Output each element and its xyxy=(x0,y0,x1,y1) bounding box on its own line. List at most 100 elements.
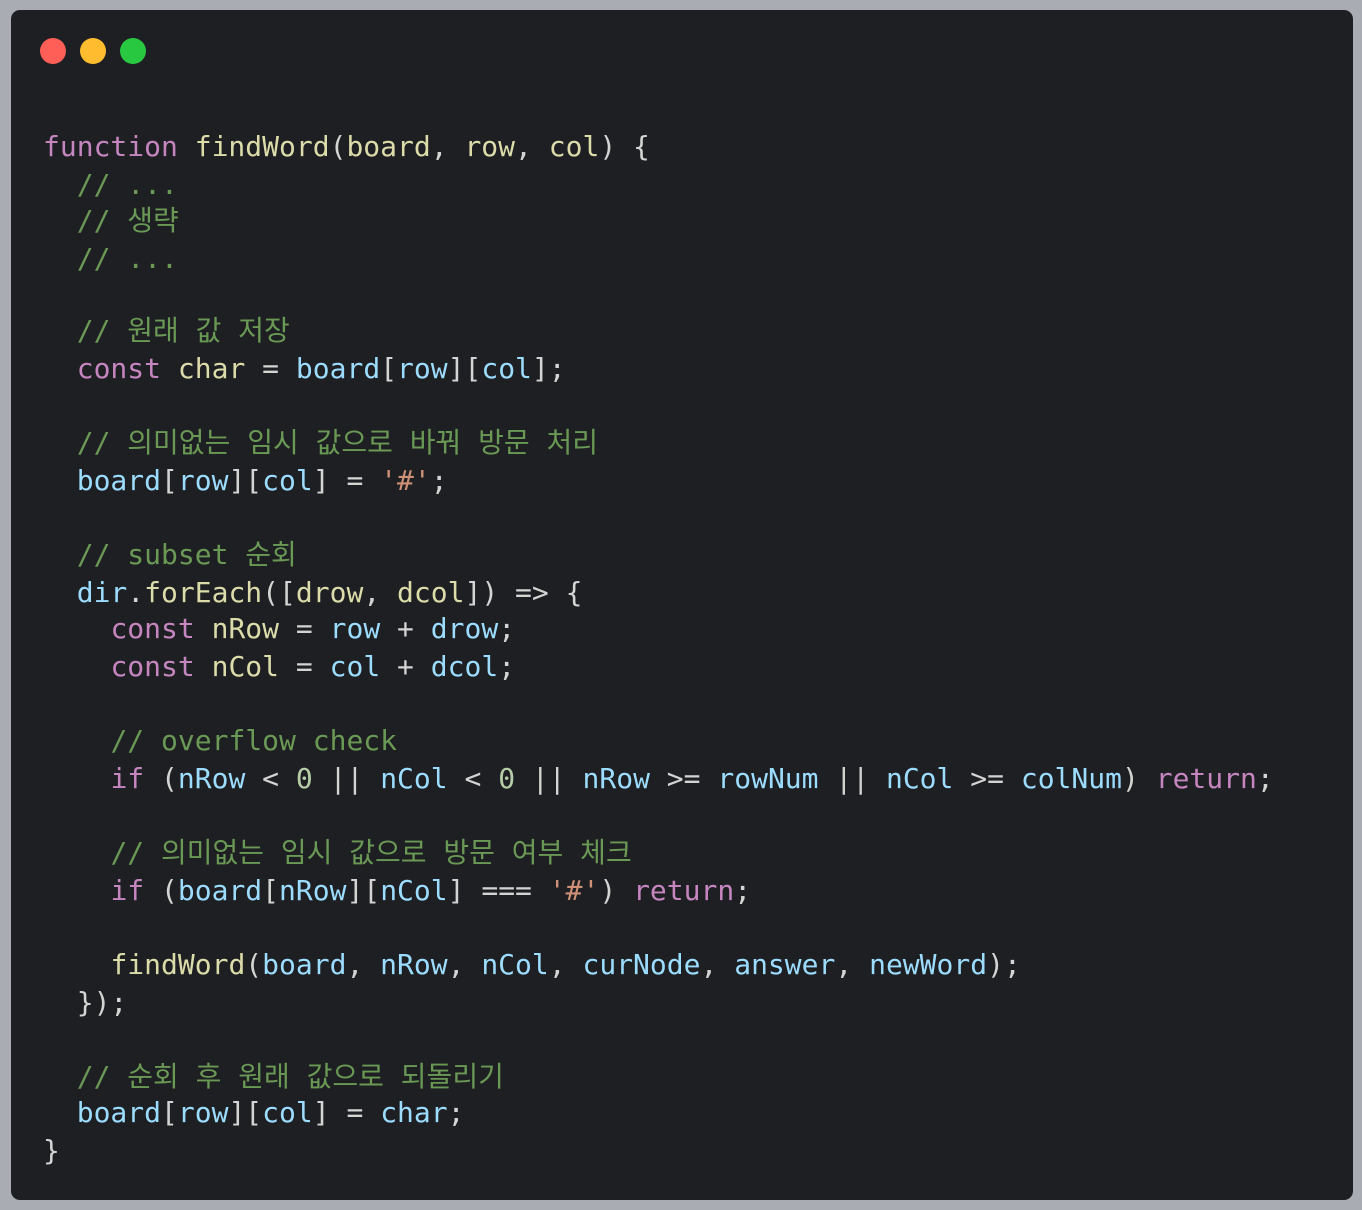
code-token: // 의미없는 임시 값으로 방문 여부 체크 xyxy=(110,836,632,869)
code-line: const char = board[row][col]; xyxy=(43,350,566,388)
code-token: findWord xyxy=(110,948,246,981)
code-token: // ... xyxy=(76,242,178,275)
code-token: // subset 순회 xyxy=(76,538,297,571)
code-token: = xyxy=(245,352,296,385)
code-token: row xyxy=(177,1096,229,1129)
code-token: forEach xyxy=(144,576,263,609)
code-token: // 원래 값 저장 xyxy=(76,314,290,347)
code-line: dir.forEach([drow, dcol]) => { xyxy=(43,574,583,612)
code-token: >= xyxy=(649,762,718,795)
code-token: colNum xyxy=(1020,762,1122,795)
code-token: ] = xyxy=(312,464,381,497)
code-line: board[row][col] = '#'; xyxy=(43,462,448,500)
code-token: , xyxy=(548,948,583,981)
code-token: , xyxy=(363,576,398,609)
code-token: nCol xyxy=(211,650,280,683)
code-token: ) xyxy=(599,874,634,907)
code-line: if (board[nRow][nCol] === '#') return; xyxy=(43,872,751,910)
code-line: // ... xyxy=(43,240,178,278)
code-line: }); xyxy=(43,984,128,1022)
code-token: nRow xyxy=(211,612,280,645)
code-token: ) { xyxy=(599,130,650,163)
code-token: ][ xyxy=(228,464,263,497)
code-token: = xyxy=(279,612,330,645)
code-token: board xyxy=(346,130,431,163)
code-token: '#' xyxy=(548,874,600,907)
code-token: ][ xyxy=(346,874,381,907)
code-token: ][ xyxy=(447,352,482,385)
code-token: char xyxy=(380,1096,448,1129)
code-line: } xyxy=(43,1132,60,1170)
code-token: = xyxy=(279,650,330,683)
code-line: // 생략 xyxy=(43,202,179,240)
code-token: 0 xyxy=(498,762,516,795)
code-token: board xyxy=(76,464,162,497)
code-token: nCol xyxy=(380,874,448,907)
code-token: , xyxy=(447,948,482,981)
code-token: // 순회 후 원래 값으로 되돌리기 xyxy=(76,1060,504,1093)
code-line: // ... xyxy=(43,166,178,204)
code-token: col xyxy=(329,650,381,683)
code-token: , xyxy=(346,948,381,981)
code-token: board xyxy=(295,352,381,385)
code-token: , xyxy=(835,948,870,981)
code-token: || xyxy=(515,762,583,795)
code-token: board xyxy=(76,1096,162,1129)
code-token: ]) => { xyxy=(464,576,583,609)
code-token: col xyxy=(481,352,532,385)
code-token: < xyxy=(447,762,499,795)
code-token: [ xyxy=(161,1096,178,1129)
code-token: board xyxy=(177,874,263,907)
code-token: col xyxy=(262,1096,313,1129)
code-token: col xyxy=(262,464,313,497)
code-token: row xyxy=(329,612,381,645)
code-token: ] === xyxy=(447,874,549,907)
close-button[interactable] xyxy=(40,38,66,64)
code-line: // overflow check xyxy=(43,722,397,760)
code-token: } xyxy=(43,1134,60,1167)
code-token: // overflow check xyxy=(110,724,398,757)
code-token: drow xyxy=(430,612,499,645)
code-token: // 생략 xyxy=(76,204,179,237)
code-line: const nCol = col + dcol; xyxy=(43,648,515,686)
code-token: const xyxy=(110,650,195,683)
code-token: row xyxy=(464,130,516,163)
code-token: ; xyxy=(734,874,752,907)
code-token: ) xyxy=(1122,762,1156,795)
code-token: char xyxy=(177,352,246,385)
code-token: ][ xyxy=(228,1096,263,1129)
code-token: }); xyxy=(43,986,128,1019)
code-token: dcol xyxy=(430,650,499,683)
code-token: board xyxy=(262,948,347,981)
code-token: + xyxy=(380,650,431,683)
code-line: // 순회 후 원래 값으로 되돌리기 xyxy=(43,1058,504,1096)
zoom-button[interactable] xyxy=(120,38,146,64)
code-line: board[row][col] = char; xyxy=(43,1094,465,1132)
code-token: dir xyxy=(76,576,128,609)
code-token: return xyxy=(633,874,735,907)
code-line: // 의미없는 임시 값으로 바꿔 방문 처리 xyxy=(43,424,598,462)
code-token: nRow xyxy=(279,874,347,907)
code-token: curNode xyxy=(582,948,701,981)
code-token: nCol xyxy=(380,762,448,795)
minimize-button[interactable] xyxy=(80,38,106,64)
code-token: ; xyxy=(447,1096,465,1129)
code-token: [ xyxy=(380,352,398,385)
code-line: // 의미없는 임시 값으로 방문 여부 체크 xyxy=(43,834,632,872)
code-token: const xyxy=(76,352,162,385)
code-token: , xyxy=(515,130,549,163)
